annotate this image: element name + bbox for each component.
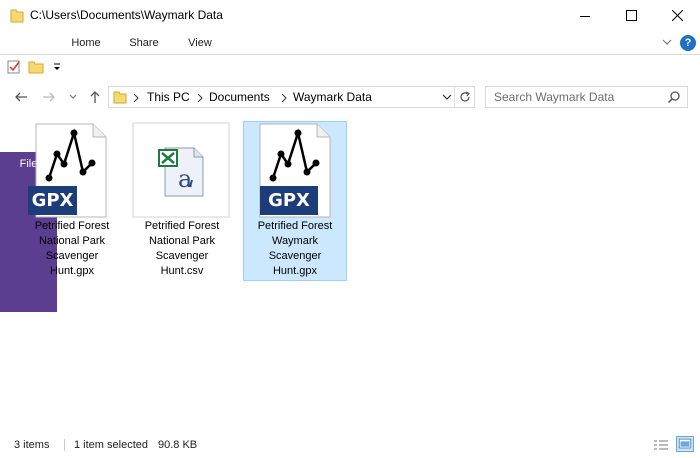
breadcrumb-waymark-data[interactable]: Waymark Data [293, 90, 372, 104]
minimize-button[interactable] [562, 0, 608, 31]
up-icon[interactable] [86, 88, 104, 106]
file-item[interactable]: GPX Petrified Forest National Park Scave… [20, 121, 124, 281]
address-history-button[interactable] [439, 87, 455, 107]
maximize-icon [625, 10, 637, 21]
ribbon-tabs: File Home Share View ? [0, 31, 700, 312]
properties-icon[interactable] [6, 59, 22, 75]
search-input[interactable]: Search Waymark Data [485, 86, 688, 108]
gpx-badge: GPX [31, 190, 74, 211]
details-view-icon[interactable] [652, 437, 670, 453]
status-bar: 3 items 1 item selected 90.8 KB [0, 432, 700, 458]
refresh-button[interactable] [454, 87, 474, 107]
address-bar[interactable]: This PC Documents Waymark Data [108, 86, 475, 108]
help-icon[interactable]: ? [680, 35, 696, 51]
file-name: Petrified Forest National Park Scavenger… [34, 220, 110, 277]
file-item-selected[interactable]: GPX Petrified Forest Waymark Scavenger H… [243, 121, 347, 281]
chevron-right-icon[interactable] [197, 94, 203, 102]
breadcrumb-this-pc[interactable]: This PC [147, 90, 190, 104]
refresh-icon [459, 91, 470, 102]
maximize-button[interactable] [608, 0, 654, 31]
recent-locations-icon[interactable] [64, 88, 82, 106]
search-placeholder: Search Waymark Data [494, 90, 615, 104]
large-icons-view-icon[interactable] [676, 436, 694, 452]
folder-icon [10, 9, 24, 23]
title-bar: C:\Users\Documents\Waymark Data [0, 0, 700, 31]
file-item[interactable]: a Petrified Forest National Park Scaveng… [130, 121, 234, 281]
status-divider [64, 439, 65, 451]
file-name: Petrified Forest Waymark Scavenger Hunt.… [257, 220, 333, 277]
selection-size: 90.8 KB [158, 439, 198, 451]
quick-access-toolbar [0, 56, 700, 80]
close-button[interactable] [654, 0, 700, 31]
gpx-badge: GPX [268, 190, 310, 211]
new-folder-icon[interactable] [28, 59, 44, 75]
tab-view[interactable]: View [176, 31, 224, 55]
close-icon [671, 10, 683, 21]
window-title: C:\Users\Documents\Waymark Data [30, 8, 223, 22]
item-count: 3 items [14, 439, 50, 451]
chevron-right-icon[interactable] [133, 94, 139, 102]
chevron-down-icon [442, 94, 452, 100]
minimize-icon [580, 15, 590, 17]
svg-text:a: a [178, 165, 192, 193]
back-icon[interactable] [12, 88, 30, 106]
search-icon[interactable] [667, 90, 681, 104]
tab-share[interactable]: Share [120, 31, 168, 55]
csv-file-icon: a [132, 122, 230, 218]
tab-home[interactable]: Home [62, 31, 110, 55]
customize-toolbar-icon[interactable] [52, 62, 62, 72]
file-name: Petrified Forest National Park Scavenger… [144, 220, 220, 277]
chevron-right-icon[interactable] [281, 94, 287, 102]
folder-icon [113, 91, 127, 104]
selection-count: 1 item selected [74, 439, 148, 451]
expand-ribbon-icon[interactable] [661, 36, 673, 48]
forward-icon[interactable] [40, 88, 58, 106]
breadcrumb-documents[interactable]: Documents [209, 90, 270, 104]
